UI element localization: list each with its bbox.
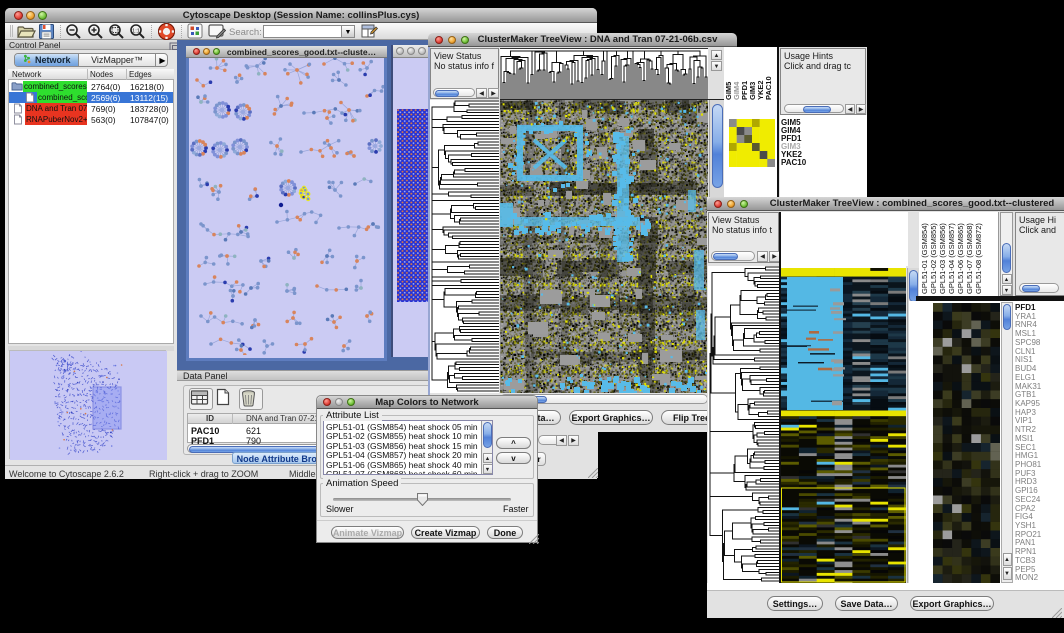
svg-text:GPL51-06 (GSM865): GPL51-06 (GSM865)	[956, 223, 965, 294]
svg-text:GPL51-01 (GSM854): GPL51-01 (GSM854)	[920, 223, 929, 294]
svg-text:GPL51-02 (GSM855): GPL51-02 (GSM855)	[929, 223, 938, 294]
svg-text:GPL51-07 (GSM868): GPL51-07 (GSM868)	[965, 223, 974, 294]
svg-text:PAC10: PAC10	[764, 76, 773, 100]
svg-text:GPL51-04 (GSM857): GPL51-04 (GSM857)	[947, 223, 956, 294]
svg-text:GPL51-03 (GSM856): GPL51-03 (GSM856)	[938, 223, 947, 294]
svg-text:1:1: 1:1	[132, 29, 140, 35]
svg-text:GPL51-08 (GSM872): GPL51-08 (GSM872)	[974, 223, 983, 294]
